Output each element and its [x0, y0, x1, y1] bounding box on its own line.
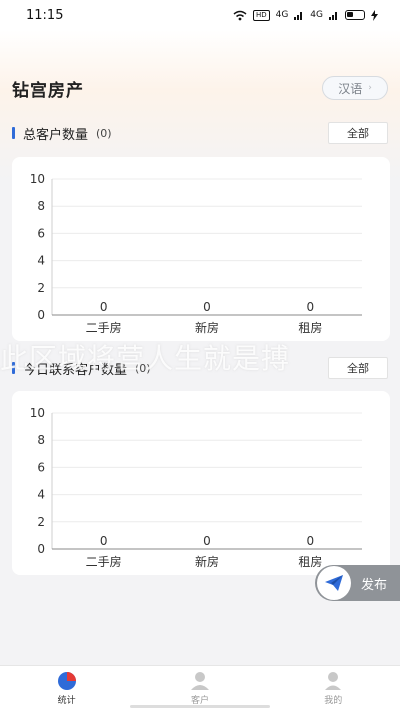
status-icons: HD 4G 4G	[233, 9, 378, 21]
language-button[interactable]: 汉语 ›	[322, 76, 388, 100]
y-tick-label: 4	[37, 488, 45, 502]
x-tick-label: 新房	[195, 320, 219, 335]
section-title-text: 今日联系客户数量	[23, 362, 128, 378]
x-tick-label: 二手房	[86, 554, 122, 569]
language-label: 汉语	[338, 81, 363, 96]
bar-value-label: 0	[100, 300, 108, 314]
y-tick-label: 6	[37, 226, 45, 240]
tab-label: 统计	[57, 696, 76, 706]
y-tick-label: 6	[37, 460, 45, 474]
section-total-customers: 总客户数量 (0) 全部	[12, 121, 388, 145]
publish-label: 发布	[361, 577, 388, 593]
person-icon	[190, 672, 209, 690]
battery-icon	[345, 10, 365, 20]
y-tick-label: 10	[30, 172, 45, 186]
tab-statistics[interactable]: 统计	[27, 671, 107, 706]
y-tick-label: 0	[37, 542, 45, 556]
title-marker	[12, 127, 15, 139]
y-tick-label: 0	[37, 308, 45, 322]
section-title: 今日联系客户数量 (0)	[12, 359, 151, 378]
filter-all-button[interactable]: 全部	[328, 122, 388, 144]
section-today-contacts: 今日联系客户数量 (0) 全部	[12, 356, 388, 380]
wifi-icon	[233, 10, 247, 20]
chart-card-total: 0 2 4 6 8 10 0 二手房 0 新房 0 租房	[12, 157, 390, 341]
y-tick-label: 2	[37, 281, 45, 295]
pie-chart-icon	[57, 672, 76, 690]
section-title: 总客户数量 (0)	[12, 124, 112, 143]
bar-chart-today: 0 2 4 6 8 10 0 二手房 0 新房 0 租房	[30, 406, 362, 569]
bar-value-label: 0	[307, 300, 315, 314]
charging-icon	[371, 9, 378, 21]
bar-value-label: 0	[203, 534, 211, 548]
y-tick-label: 8	[37, 199, 45, 213]
app-header: 钻宫房产 汉语 ›	[0, 70, 400, 106]
title-marker	[12, 362, 15, 374]
x-tick-label: 新房	[195, 554, 219, 569]
tab-label: 我的	[324, 696, 343, 706]
y-tick-label: 4	[37, 254, 45, 268]
status-bar: 11:15 HD 4G 4G	[0, 0, 400, 30]
x-tick-label: 二手房	[86, 320, 122, 335]
network-1-label: 4G	[275, 10, 289, 20]
chevron-right-icon: ›	[368, 83, 372, 93]
signal-icon-2	[329, 12, 337, 20]
user-icon	[325, 672, 342, 690]
bar-chart-total: 0 2 4 6 8 10 0 二手房 0 新房 0 租房	[30, 172, 362, 335]
x-tick-label: 租房	[298, 320, 322, 335]
x-tick-label: 租房	[298, 554, 322, 569]
bar-value-label: 0	[307, 534, 315, 548]
paper-plane-icon	[325, 575, 343, 591]
y-tick-label: 8	[37, 433, 45, 447]
bar-value-label: 0	[203, 300, 211, 314]
publish-button[interactable]: 发布	[315, 565, 400, 601]
hd-badge: HD	[252, 9, 270, 21]
tab-mine[interactable]: 我的	[293, 671, 373, 706]
fab-icon-circle	[317, 566, 351, 600]
y-tick-label: 10	[30, 406, 45, 420]
section-title-text: 总客户数量	[23, 127, 89, 143]
section-count: (0)	[96, 126, 112, 140]
home-indicator	[130, 705, 270, 708]
chart-card-today: 0 2 4 6 8 10 0 二手房 0 新房 0 租房	[12, 391, 390, 575]
filter-all-button[interactable]: 全部	[328, 357, 388, 379]
signal-icon	[294, 12, 303, 20]
tab-customers[interactable]: 客户	[160, 671, 240, 706]
app-title: 钻宫房产	[12, 80, 84, 101]
y-tick-label: 2	[37, 515, 45, 529]
network-2-label: 4G	[310, 10, 323, 20]
status-time: 11:15	[26, 7, 64, 23]
section-count: (0)	[135, 361, 151, 375]
bar-value-label: 0	[100, 534, 108, 548]
